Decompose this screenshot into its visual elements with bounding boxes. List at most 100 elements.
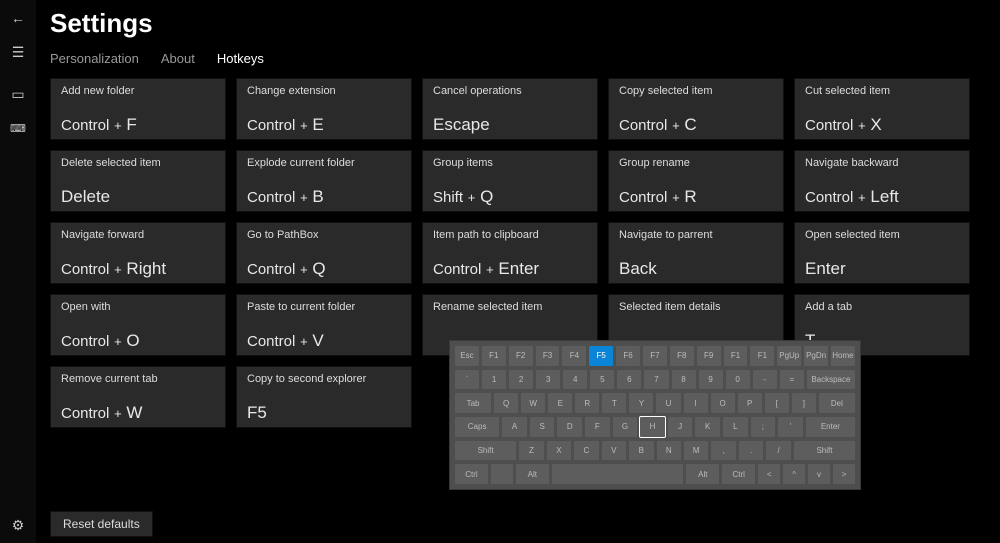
keyboard-key[interactable]: 1 — [482, 370, 506, 390]
keyboard-key[interactable]: , — [711, 441, 735, 461]
keyboard-key[interactable]: 3 — [536, 370, 560, 390]
hotkey-card[interactable]: Navigate backwardControl + Left — [794, 150, 970, 212]
hotkey-card[interactable]: Explode current folderControl + B — [236, 150, 412, 212]
keyboard-key[interactable]: ^ — [783, 464, 805, 484]
keyboard-key[interactable]: F1 — [724, 346, 748, 366]
keyboard-key[interactable]: v — [808, 464, 830, 484]
keyboard-key[interactable]: W — [521, 393, 545, 413]
keyboard-key[interactable]: F4 — [562, 346, 586, 366]
keyboard-key[interactable]: Backspace — [807, 370, 855, 390]
keyboard-key[interactable]: P — [738, 393, 762, 413]
keyboard-key[interactable]: - — [753, 370, 777, 390]
keyboard-key[interactable]: Ctrl — [455, 464, 488, 484]
hotkey-card[interactable]: Group renameControl + R — [608, 150, 784, 212]
keyboard-key[interactable]: J — [668, 417, 693, 437]
keyboard-key[interactable]: D — [557, 417, 582, 437]
keyboard-key[interactable]: PgDn — [804, 346, 828, 366]
keyboard-key[interactable]: Esc — [455, 346, 479, 366]
keyboard-key[interactable]: F7 — [643, 346, 667, 366]
keyboard-key[interactable]: Del — [819, 393, 855, 413]
tab-about[interactable]: About — [161, 51, 195, 66]
keyboard-key[interactable]: M — [684, 441, 708, 461]
monitor-icon[interactable]: ⌨ — [6, 116, 30, 140]
keyboard-key[interactable]: F1 — [750, 346, 774, 366]
keyboard-key[interactable]: Shift — [455, 441, 516, 461]
keyboard-key[interactable]: A — [502, 417, 527, 437]
keyboard-key[interactable]: G — [613, 417, 638, 437]
keyboard-key[interactable]: Y — [629, 393, 653, 413]
keyboard-key[interactable]: 4 — [563, 370, 587, 390]
keyboard-key[interactable]: Tab — [455, 393, 491, 413]
keyboard-key[interactable]: Enter — [806, 417, 855, 437]
keyboard-key[interactable]: F6 — [616, 346, 640, 366]
keyboard-key[interactable]: 2 — [509, 370, 533, 390]
keyboard-key[interactable]: > — [833, 464, 855, 484]
keyboard-key[interactable]: L — [723, 417, 748, 437]
keyboard-key[interactable]: R — [575, 393, 599, 413]
hotkey-card[interactable]: Change extensionControl + E — [236, 78, 412, 140]
keyboard-key[interactable]: 9 — [699, 370, 723, 390]
keyboard-key[interactable]: ; — [751, 417, 776, 437]
keyboard-key[interactable]: 8 — [672, 370, 696, 390]
keyboard-key[interactable]: < — [758, 464, 780, 484]
keyboard-key[interactable]: F1 — [482, 346, 506, 366]
keyboard-key[interactable]: H — [640, 417, 665, 437]
reset-defaults-button[interactable]: Reset defaults — [50, 511, 153, 537]
keyboard-key[interactable]: Shift — [794, 441, 855, 461]
keyboard-key[interactable]: F9 — [697, 346, 721, 366]
hotkey-card[interactable]: Open withControl + O — [50, 294, 226, 356]
keyboard-key[interactable]: Alt — [686, 464, 719, 484]
hotkey-card[interactable]: Add new folderControl + F — [50, 78, 226, 140]
keyboard-key[interactable]: O — [711, 393, 735, 413]
keyboard-key[interactable]: 5 — [590, 370, 614, 390]
keyboard-key[interactable]: 7 — [644, 370, 668, 390]
hotkey-card[interactable]: Cancel operationsEscape — [422, 78, 598, 140]
hotkey-card[interactable]: Copy to second explorerF5 — [236, 366, 412, 428]
keyboard-key[interactable]: Home — [831, 346, 855, 366]
keyboard-key[interactable]: PgUp — [777, 346, 801, 366]
keyboard-key[interactable]: ` — [455, 370, 479, 390]
keyboard-key[interactable]: I — [684, 393, 708, 413]
keyboard-key[interactable]: T — [602, 393, 626, 413]
keyboard-key[interactable]: [ — [765, 393, 789, 413]
keyboard-key[interactable]: F5 — [589, 346, 613, 366]
keyboard-key[interactable]: . — [739, 441, 763, 461]
keyboard-key[interactable] — [552, 464, 684, 484]
keyboard-key[interactable]: Z — [519, 441, 543, 461]
keyboard-key[interactable]: F2 — [509, 346, 533, 366]
keyboard-key[interactable]: Caps — [455, 417, 499, 437]
menu-icon[interactable]: ☰ — [6, 40, 30, 64]
keyboard-key[interactable] — [491, 464, 513, 484]
keyboard-key[interactable]: ' — [778, 417, 803, 437]
hotkey-card[interactable]: Copy selected itemControl + C — [608, 78, 784, 140]
keyboard-key[interactable]: 0 — [726, 370, 750, 390]
keyboard-key[interactable]: / — [766, 441, 790, 461]
hotkey-card[interactable]: Open selected itemEnter — [794, 222, 970, 284]
hotkey-card[interactable]: Paste to current folderControl + V — [236, 294, 412, 356]
hotkey-card[interactable]: Delete selected itemDelete — [50, 150, 226, 212]
keyboard-key[interactable]: E — [548, 393, 572, 413]
keyboard-key[interactable]: Alt — [516, 464, 549, 484]
keyboard-overlay[interactable]: EscF1F2F3F4F5F6F7F8F9F1F1PgUpPgDnHome`12… — [449, 340, 861, 490]
hotkey-card[interactable]: Navigate to parrentBack — [608, 222, 784, 284]
settings-icon[interactable]: ⚙ — [6, 513, 30, 537]
keyboard-key[interactable]: Q — [494, 393, 518, 413]
hotkey-card[interactable]: Navigate forwardControl + Right — [50, 222, 226, 284]
keyboard-key[interactable]: ] — [792, 393, 816, 413]
tab-personalization[interactable]: Personalization — [50, 51, 139, 66]
keyboard-key[interactable]: = — [780, 370, 804, 390]
hotkey-card[interactable]: Remove current tabControl + W — [50, 366, 226, 428]
keyboard-key[interactable]: 6 — [617, 370, 641, 390]
keyboard-key[interactable]: U — [656, 393, 680, 413]
keyboard-key[interactable]: X — [547, 441, 571, 461]
back-icon[interactable]: ← — [6, 6, 30, 30]
hotkey-card[interactable]: Item path to clipboardControl + Enter — [422, 222, 598, 284]
tab-hotkeys[interactable]: Hotkeys — [217, 51, 264, 66]
keyboard-key[interactable]: F3 — [536, 346, 560, 366]
keyboard-key[interactable]: K — [695, 417, 720, 437]
keyboard-key[interactable]: V — [602, 441, 626, 461]
keyboard-key[interactable]: F — [585, 417, 610, 437]
keyboard-key[interactable]: Ctrl — [722, 464, 755, 484]
keyboard-key[interactable]: F8 — [670, 346, 694, 366]
keyboard-key[interactable]: N — [657, 441, 681, 461]
